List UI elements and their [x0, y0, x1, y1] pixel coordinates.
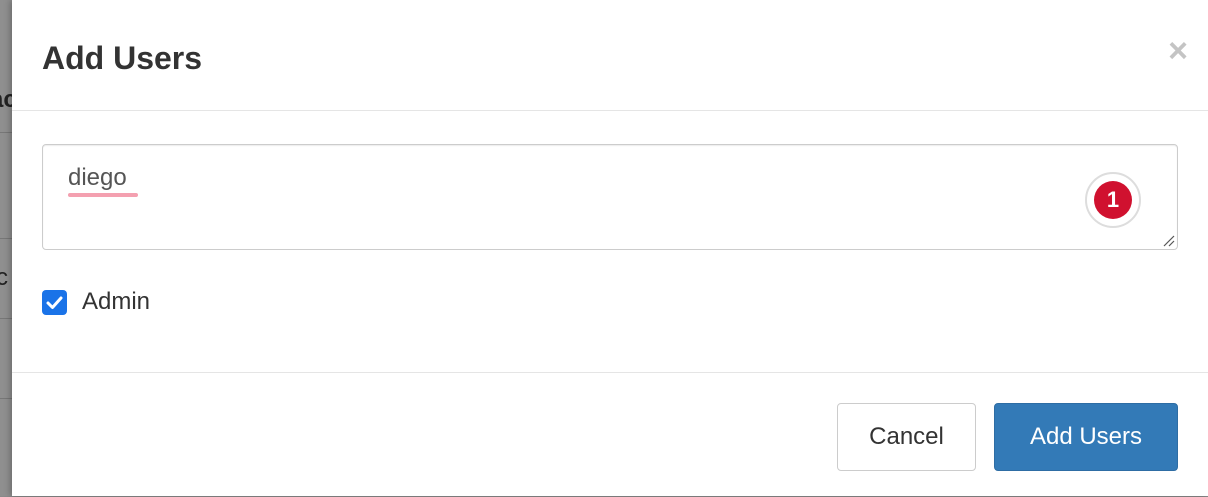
spellcheck-underline: [68, 193, 138, 197]
admin-checkbox[interactable]: [42, 290, 67, 315]
admin-checkbox-label[interactable]: Admin: [82, 287, 150, 317]
usernames-textarea[interactable]: diego 1: [42, 144, 1178, 250]
dialog-header: Add Users ×: [12, 0, 1208, 111]
add-users-button[interactable]: Add Users: [994, 403, 1178, 471]
cancel-button[interactable]: Cancel: [837, 403, 976, 471]
close-button[interactable]: ×: [1168, 34, 1188, 68]
add-users-dialog: Add Users × diego 1 Admin Cancel Add Use…: [12, 0, 1208, 496]
resize-handle-icon[interactable]: [1161, 233, 1175, 247]
checkmark-icon: [46, 296, 63, 309]
textarea-value: diego: [68, 164, 127, 191]
extension-badge-count: 1: [1094, 181, 1132, 219]
background-text: c: [0, 264, 8, 291]
extension-badge[interactable]: 1: [1085, 172, 1141, 228]
dialog-body: diego 1 Admin: [12, 111, 1208, 371]
dialog-footer: Cancel Add Users: [12, 372, 1208, 497]
dialog-title: Add Users: [42, 40, 203, 76]
